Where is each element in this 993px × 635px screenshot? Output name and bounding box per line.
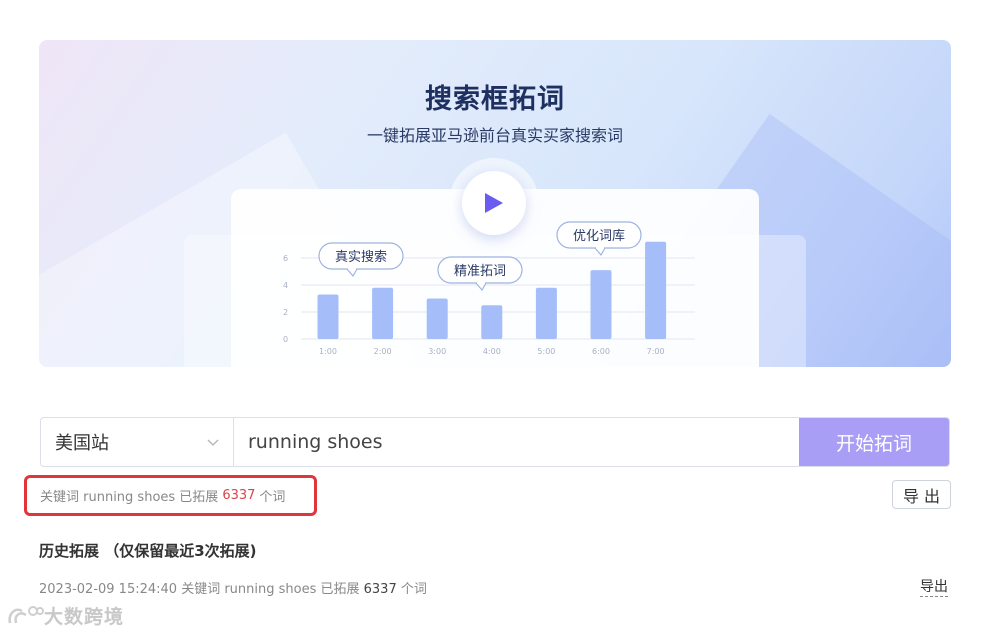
x-tick-label: 1:00 [319,347,337,356]
callout-tail [346,268,358,278]
history-item-text: 2023-02-09 15:24:40 关键词 running shoes 已拓… [39,582,364,597]
result-summary: 关键词 running shoes 已拓展 6337 个词 [24,475,317,516]
y-tick-label: 2 [283,308,288,317]
result-prefix: 关键词 running shoes 已拓展 [40,490,219,505]
callout-tail [475,282,487,292]
chart-bar [317,294,339,339]
callout-label: 真实搜索 [335,250,387,265]
chart-bar [481,305,503,339]
callout-label: 精准拓词 [454,264,506,279]
x-tick-label: 4:00 [483,347,501,356]
x-tick-label: 3:00 [428,347,446,356]
search-bar: 美国站 开始拓词 [40,417,950,467]
chart-bar [372,287,394,339]
site-select-value: 美国站 [55,433,109,454]
keyword-input[interactable] [234,418,799,466]
watermark-text: 大数跨境 [44,606,125,628]
history-export-link[interactable]: 导出 [920,576,948,597]
chart-bar [645,241,667,339]
chart-bar [590,270,612,339]
chart-bar [426,298,448,339]
y-tick-label: 0 [283,335,288,344]
x-tick-label: 7:00 [647,347,665,356]
play-icon [485,193,503,213]
chevron-down-icon [207,439,219,446]
history-title: 历史拓展 （仅保留最近3次拓展) [39,542,257,560]
x-tick-label: 6:00 [592,347,610,356]
callout-tail [594,247,606,257]
chart-bar [535,287,557,339]
callout-label: 优化词库 [573,228,625,244]
x-tick-label: 5:00 [537,347,555,356]
watermark-logo-icon [8,605,44,623]
y-tick-label: 4 [283,281,288,290]
result-count: 6337 [222,488,256,503]
x-tick-label: 2:00 [374,347,392,356]
history-item-count: 6337 [363,582,397,597]
play-video-button[interactable] [449,158,539,248]
watermark: 大数跨境 [6,602,124,629]
hero-banner: 搜索框拓词 一键拓展亚马逊前台真实买家搜索词 0 2 4 6 1:00 2:00 3:00 4… [39,40,951,367]
y-tick-label: 6 [283,254,288,263]
site-select[interactable]: 美国站 [41,418,234,466]
history-item-suffix: 个词 [396,582,427,597]
result-suffix: 个词 [259,490,286,505]
export-button[interactable]: 导 出 [892,480,951,509]
history-item: 2023-02-09 15:24:40 关键词 running shoes 已拓… [39,578,427,597]
start-expand-button[interactable]: 开始拓词 [799,418,949,466]
